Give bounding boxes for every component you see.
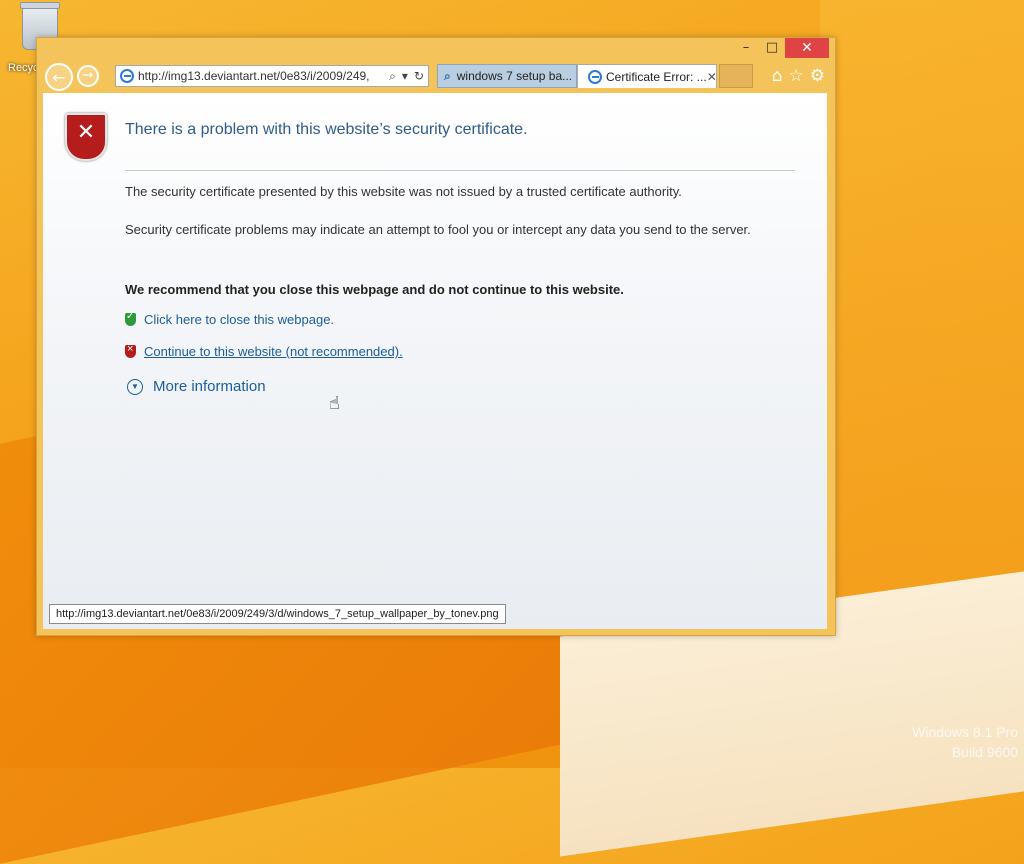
chevron-down-icon: ▼ [127,378,143,395]
continue-to-website-link[interactable]: Continue to this website (not recommende… [125,343,403,359]
ie-icon [120,69,134,83]
tab-certificate-error[interactable]: Certificate Error: ... ✕ [577,64,717,88]
home-icon[interactable]: ⌂ [772,66,783,86]
recommendation-text: We recommend that you close this webpage… [125,282,624,297]
ie-window: – □ ✕ ← → http://img13.deviantart.net/0e… [36,37,836,636]
ie-icon [588,69,602,84]
favorites-star-icon[interactable]: ☆ [789,66,804,86]
arrow-right-icon: → [82,68,94,83]
navigation-bar: ← → http://img13.deviantart.net/0e83/i/2… [45,62,829,92]
red-shield-icon [125,343,136,358]
address-url[interactable]: http://img13.deviantart.net/0e83/i/2009/… [138,69,389,83]
certificate-explanation: The security certificate presented by th… [125,184,682,199]
window-controls: – □ ✕ [733,38,829,58]
forward-button[interactable]: → [77,65,99,87]
search-icon: ⌕ [444,68,451,83]
security-warning-text: Security certificate problems may indica… [125,222,751,237]
minimize-button[interactable]: – [733,38,759,58]
new-tab-button[interactable] [719,64,753,88]
toolbar-right: ⌂ ☆ ⚙ [772,66,825,86]
close-webpage-label: Click here to close this webpage. [144,312,335,327]
watermark-build: Build 9600 [951,744,1018,760]
more-information-label: More information [153,378,266,395]
close-webpage-link[interactable]: Click here to close this webpage. [125,311,335,327]
recycle-bin-label: Recyc [8,62,39,74]
refresh-icon[interactable]: ↻ [414,69,424,84]
security-shield-icon [65,113,107,161]
arrow-left-icon: ← [52,68,66,87]
maximize-button[interactable]: □ [759,38,785,58]
windows-watermark: Windows 8.1 Pro Build 9600 [912,722,1018,762]
hand-cursor-icon: ☝ [329,393,340,414]
tab-label: Certificate Error: ... [606,69,707,84]
green-shield-icon [125,311,136,326]
page-content: There is a problem with this website’s s… [43,93,827,629]
settings-gear-icon[interactable]: ⚙ [810,66,825,86]
page-title: There is a problem with this website’s s… [125,121,528,138]
continue-label: Continue to this website (not recommende… [144,344,403,359]
back-button[interactable]: ← [45,63,73,91]
close-tab-icon[interactable]: ✕ [707,70,716,84]
search-icon[interactable]: ⌕ [389,69,396,84]
dropdown-chevron-icon[interactable]: ▾ [402,69,408,84]
address-bar[interactable]: http://img13.deviantart.net/0e83/i/2009/… [115,65,429,87]
status-bar-url: http://img13.deviantart.net/0e83/i/2009/… [49,604,506,624]
tab-search-results[interactable]: ⌕ windows 7 setup ba... [437,64,577,88]
watermark-edition: Windows 8.1 Pro [912,724,1018,740]
close-window-button[interactable]: ✕ [785,38,829,58]
divider [125,170,795,171]
more-information-toggle[interactable]: ▼ More information [127,378,266,395]
tab-label: windows 7 setup ba... [456,69,573,83]
desktop-wallpaper-shape [820,0,1024,640]
